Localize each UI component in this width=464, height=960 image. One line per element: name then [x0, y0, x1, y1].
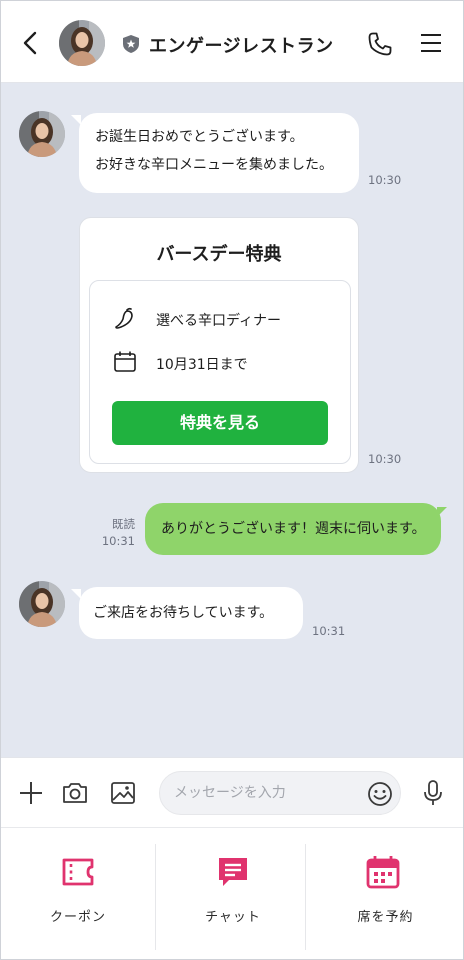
page-title: エンゲージレストラン: [149, 36, 334, 57]
message-bubble[interactable]: お誕生日おめでとうございます。 お好きな辛口メニューを集めました。: [79, 113, 359, 193]
image-icon[interactable]: [109, 779, 137, 807]
reserve-table-button[interactable]: 席を予約: [306, 828, 463, 959]
rich-menu: クーポン チャット 席を予約: [1, 827, 463, 959]
microphone-icon[interactable]: [419, 779, 447, 807]
back-arrow-icon[interactable]: [17, 29, 43, 57]
message-time: 10:30: [368, 452, 402, 466]
camera-icon[interactable]: [61, 779, 89, 807]
coupon-icon: [62, 858, 94, 886]
phone-icon[interactable]: [367, 31, 393, 57]
message-input-bar: [1, 757, 463, 827]
calendar-icon: [114, 351, 136, 372]
bubble-tail: [437, 507, 447, 517]
sender-avatar[interactable]: [19, 581, 65, 627]
birthday-card: バースデー特典 選べる辛口ディナー 10月31日まで 特典を見る: [79, 217, 359, 473]
message-text: お誕生日おめでとうございます。: [95, 129, 304, 145]
chat-header: エンゲージレストラン: [1, 1, 463, 83]
app-frame: エンゲージレストラン お誕生日おめでとうございます。 お好きな辛口メニューを集め…: [0, 0, 464, 960]
message-bubble[interactable]: ご来店をお待ちしています。: [79, 587, 303, 639]
shield-star-icon: [123, 35, 139, 53]
sent-message-bubble[interactable]: ありがとうございます！週末に伺います。: [145, 503, 441, 555]
message-input-field[interactable]: [174, 772, 354, 814]
hamburger-menu-icon[interactable]: [419, 32, 443, 54]
read-label: 既読: [112, 517, 135, 531]
message-time: 10:30: [368, 173, 402, 187]
card-details: 選べる辛口ディナー 10月31日まで 特典を見る: [89, 280, 351, 464]
emoji-icon[interactable]: [366, 780, 394, 808]
chat-bubble-icon: [219, 858, 247, 886]
sender-avatar[interactable]: [19, 111, 65, 157]
chat-area[interactable]: お誕生日おめでとうございます。 お好きな辛口メニューを集めました。 10:30 …: [1, 83, 463, 757]
offer-deadline-text: 10月31日まで: [156, 357, 248, 373]
calendar-icon: [366, 856, 400, 889]
message-time: 10:31: [101, 534, 135, 548]
message-text: お好きな辛口メニューを集めました。: [95, 157, 333, 173]
avatar[interactable]: [59, 20, 105, 66]
view-offer-button[interactable]: 特典を見る: [112, 401, 328, 445]
message-text: ありがとうございます！週末に伺います。: [161, 521, 426, 537]
coupon-button[interactable]: クーポン: [1, 828, 155, 959]
message-input[interactable]: [159, 771, 401, 815]
card-title: バースデー特典: [156, 244, 282, 265]
chat-label: チャット: [205, 910, 261, 925]
offer-menu-text: 選べる辛口ディナー: [156, 313, 282, 329]
chili-pepper-icon: [115, 307, 133, 329]
message-time: 10:31: [312, 624, 346, 638]
read-receipt: 既読 10:31: [101, 516, 135, 550]
message-text: ご来店をお待ちしています。: [93, 605, 274, 621]
chat-button[interactable]: チャット: [156, 828, 310, 959]
plus-icon[interactable]: [17, 779, 45, 807]
reserve-label: 席を予約: [357, 910, 414, 925]
coupon-label: クーポン: [49, 910, 106, 925]
